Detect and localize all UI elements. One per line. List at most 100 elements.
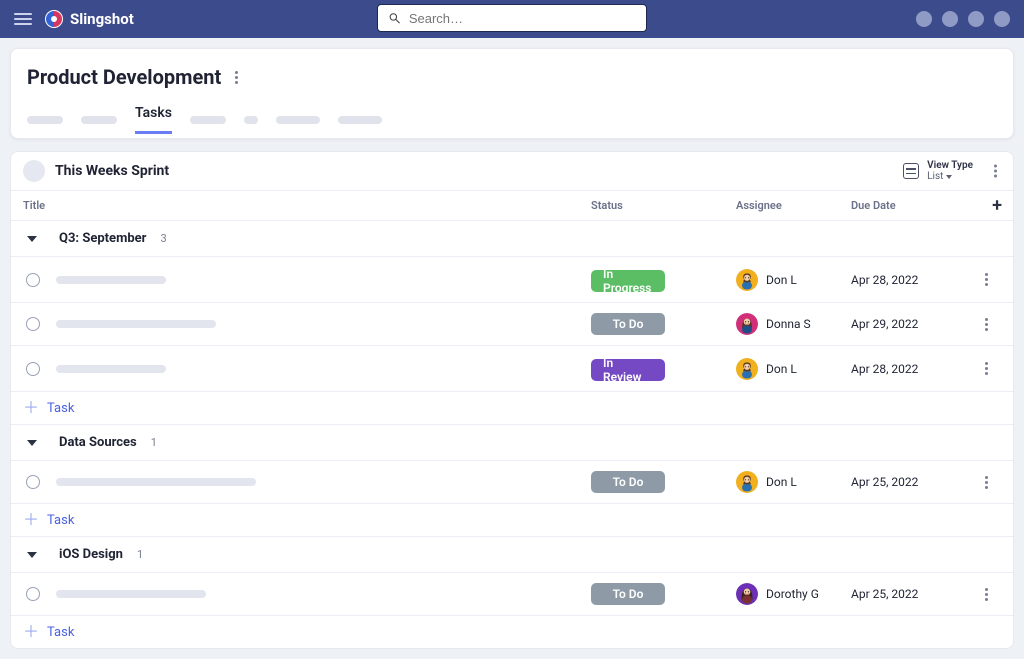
- due-date: Apr 28, 2022: [851, 273, 971, 287]
- task-complete-toggle[interactable]: [26, 475, 40, 489]
- due-date: Apr 29, 2022: [851, 317, 971, 331]
- tab-tasks[interactable]: Tasks: [135, 105, 172, 134]
- topbar-action-1[interactable]: [916, 11, 932, 27]
- page-title: Product Development: [27, 65, 221, 89]
- assignee-avatar[interactable]: [736, 471, 758, 493]
- task-complete-toggle[interactable]: [26, 362, 40, 376]
- list-header: This Weeks Sprint View Type List: [11, 152, 1013, 191]
- group-header[interactable]: iOS Design 1: [11, 537, 1013, 573]
- group-header[interactable]: Q3: September 3: [11, 221, 1013, 257]
- search-bar[interactable]: [377, 4, 647, 32]
- chevron-down-icon: [27, 440, 37, 446]
- task-title-placeholder: [56, 276, 166, 284]
- assignee-avatar[interactable]: [736, 313, 758, 335]
- task-title-placeholder: [56, 590, 206, 598]
- project-name: This Weeks Sprint: [55, 163, 169, 179]
- status-badge[interactable]: To Do: [591, 583, 665, 605]
- assignee-avatar[interactable]: [736, 358, 758, 380]
- tab-placeholder[interactable]: [244, 116, 258, 124]
- col-assignee: Assignee: [736, 199, 851, 212]
- add-task-button[interactable]: ＋ Task: [11, 504, 1013, 537]
- topbar-action-4[interactable]: [994, 11, 1010, 27]
- column-headers: Title Status Assignee Due Date +: [11, 191, 1013, 221]
- add-task-button[interactable]: ＋ Task: [11, 392, 1013, 425]
- project-avatar[interactable]: [23, 160, 45, 182]
- assignee-name: Donna S: [766, 317, 811, 331]
- tab-placeholder[interactable]: [27, 116, 63, 124]
- plus-icon: ＋: [23, 512, 39, 528]
- task-row[interactable]: In Review Don L Apr 28, 2022: [11, 346, 1013, 392]
- task-title-placeholder: [56, 320, 216, 328]
- task-row[interactable]: To Do Donna S Apr 29, 2022: [11, 303, 1013, 346]
- task-complete-toggle[interactable]: [26, 317, 40, 331]
- slingshot-icon: [44, 9, 64, 29]
- plus-icon: ＋: [23, 400, 39, 416]
- list-more-icon[interactable]: [990, 161, 1001, 182]
- status-badge[interactable]: To Do: [591, 471, 665, 493]
- assignee-avatar[interactable]: [736, 269, 758, 291]
- topbar: Slingshot: [0, 0, 1024, 38]
- group-name: Data Sources: [59, 435, 137, 450]
- assignee-name: Don L: [766, 475, 797, 489]
- page-header: Product Development Tasks: [10, 48, 1014, 139]
- row-more-icon[interactable]: [981, 269, 992, 290]
- tab-placeholder[interactable]: [338, 116, 382, 124]
- status-badge[interactable]: In Progress: [591, 270, 665, 292]
- col-title: Title: [23, 199, 591, 212]
- status-badge[interactable]: To Do: [591, 313, 665, 335]
- chevron-down-icon: [27, 236, 37, 242]
- assignee-name: Dorothy G: [766, 587, 819, 601]
- group-header[interactable]: Data Sources 1: [11, 425, 1013, 461]
- status-badge[interactable]: In Review: [591, 359, 665, 381]
- due-date: Apr 25, 2022: [851, 475, 971, 489]
- add-task-label: Task: [47, 401, 74, 416]
- group-name: iOS Design: [59, 547, 123, 562]
- task-complete-toggle[interactable]: [26, 273, 40, 287]
- tab-placeholder[interactable]: [276, 116, 320, 124]
- row-more-icon[interactable]: [981, 314, 992, 335]
- tab-row: Tasks: [27, 105, 997, 134]
- search-input[interactable]: [409, 11, 636, 26]
- col-duedate: Due Date: [851, 199, 971, 212]
- task-row[interactable]: To Do Dorothy G Apr 25, 2022: [11, 573, 1013, 616]
- app-logo[interactable]: Slingshot: [44, 9, 134, 29]
- assignee-avatar[interactable]: [736, 583, 758, 605]
- list-view-icon: [903, 163, 919, 179]
- topbar-action-2[interactable]: [942, 11, 958, 27]
- group-count: 1: [137, 548, 143, 561]
- due-date: Apr 25, 2022: [851, 587, 971, 601]
- group-count: 3: [160, 232, 166, 245]
- view-type-value: List: [927, 171, 943, 182]
- plus-icon: ＋: [23, 624, 39, 640]
- tab-placeholder[interactable]: [81, 116, 117, 124]
- task-list: This Weeks Sprint View Type List Title S…: [10, 151, 1014, 649]
- search-container: [377, 4, 647, 32]
- view-type-selector[interactable]: View Type List: [903, 160, 973, 182]
- add-task-label: Task: [47, 513, 74, 528]
- task-row[interactable]: In Progress Don L Apr 28, 2022: [11, 257, 1013, 303]
- row-more-icon[interactable]: [981, 358, 992, 379]
- hamburger-menu-icon[interactable]: [14, 13, 32, 25]
- col-status: Status: [591, 199, 736, 212]
- row-more-icon[interactable]: [981, 584, 992, 605]
- assignee-name: Don L: [766, 362, 797, 376]
- tab-placeholder[interactable]: [190, 116, 226, 124]
- add-task-label: Task: [47, 625, 74, 640]
- task-complete-toggle[interactable]: [26, 587, 40, 601]
- task-row[interactable]: To Do Don L Apr 25, 2022: [11, 461, 1013, 504]
- topbar-action-3[interactable]: [968, 11, 984, 27]
- add-task-button[interactable]: ＋ Task: [11, 616, 1013, 648]
- page-more-icon[interactable]: [231, 67, 242, 88]
- view-type-label: View Type: [927, 160, 973, 171]
- row-more-icon[interactable]: [981, 472, 992, 493]
- chevron-down-icon: [27, 552, 37, 558]
- due-date: Apr 28, 2022: [851, 362, 971, 376]
- search-icon: [388, 11, 401, 25]
- task-title-placeholder: [56, 478, 256, 486]
- group-name: Q3: September: [59, 231, 146, 246]
- add-column-button[interactable]: +: [992, 197, 1002, 215]
- chevron-down-icon: [946, 175, 952, 179]
- group-count: 1: [151, 436, 157, 449]
- topbar-actions: [916, 11, 1010, 27]
- app-name: Slingshot: [70, 10, 134, 28]
